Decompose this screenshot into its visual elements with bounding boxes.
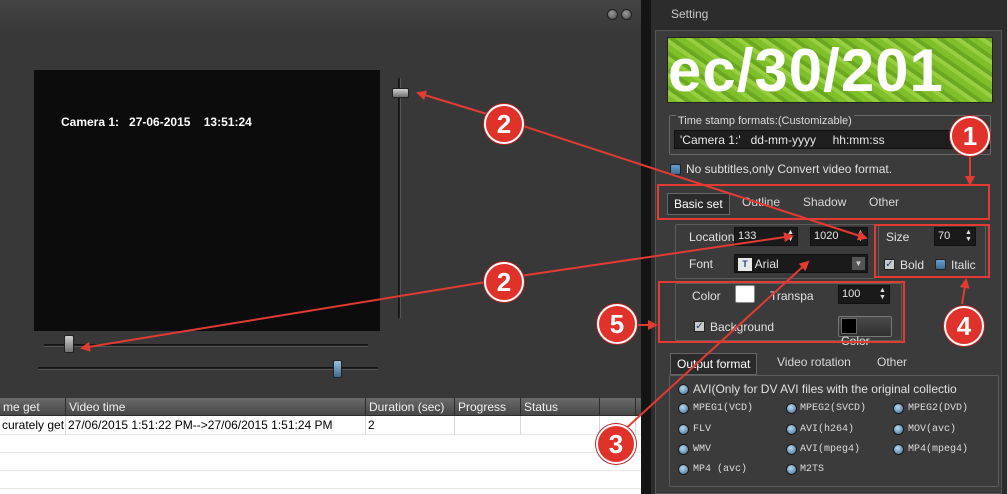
arrow-2a-right <box>519 124 868 241</box>
annotation-callout-2: 2 <box>484 262 524 302</box>
arrow-2b-right <box>519 232 794 277</box>
arrow-4 <box>959 278 970 305</box>
annotation-callout-5: 5 <box>597 304 637 344</box>
annotation-arrows <box>80 90 975 433</box>
arrow-2b-left <box>80 281 487 352</box>
annotation-callout-2: 2 <box>484 104 524 144</box>
arrow-3 <box>621 260 810 433</box>
annotation-callout-4: 4 <box>944 306 984 346</box>
annotation-callout-1: 1 <box>950 116 990 156</box>
annotation-callout-3: 3 <box>596 424 636 464</box>
